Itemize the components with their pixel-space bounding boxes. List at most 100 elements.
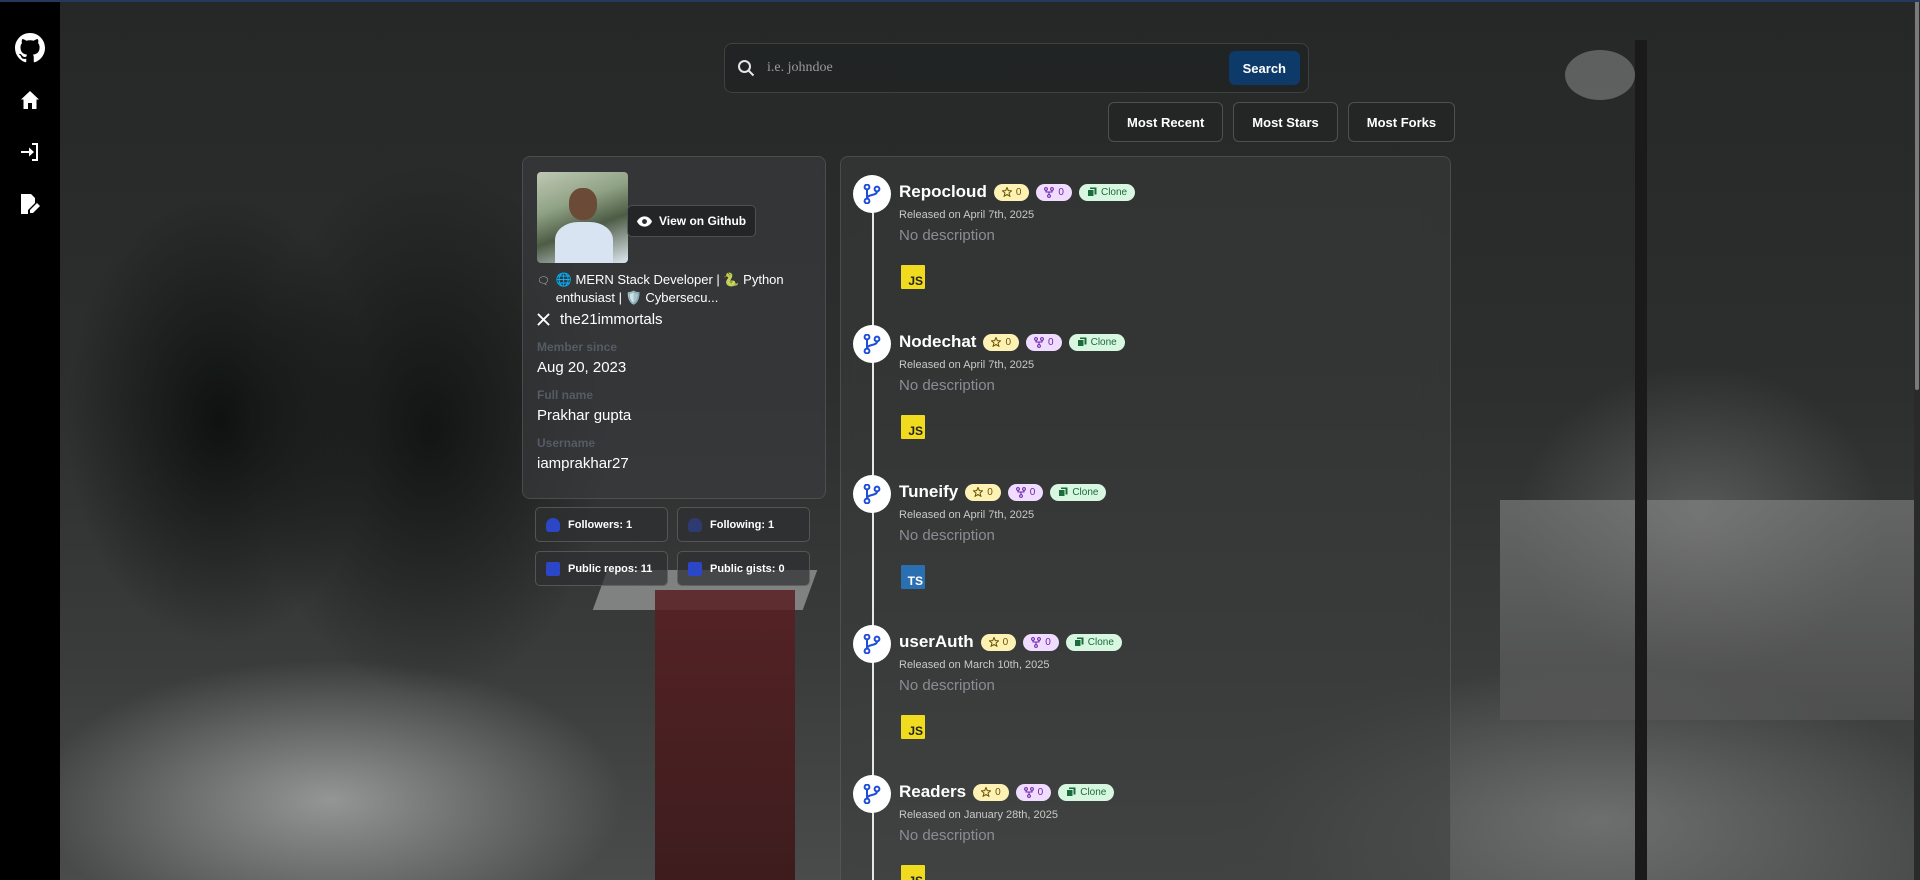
view-on-github-label: View on Github [659,214,747,228]
followers-count: Followers: 1 [568,518,633,531]
search-bar: Search [724,43,1309,93]
repo-header: userAuth 0 0 Clone [899,632,1122,652]
language-badge: JS [901,715,925,739]
git-branch-icon [853,325,891,363]
public-gists-count: Public gists: 0 [710,562,785,575]
fork-icon [1044,186,1055,198]
repo-description: No description [899,527,995,544]
stars-badge: 0 [965,483,1001,501]
repo-item: Tuneify 0 0 Clone Released on April 7th,… [841,457,1450,607]
sort-buttons: Most Recent Most Stars Most Forks [1108,102,1456,142]
forks-badge: 0 [1036,183,1072,201]
speech-icon: 🗨 [537,276,550,287]
repo-description: No description [899,827,995,844]
stars-badge: 0 [980,633,1017,651]
fork-icon [1031,636,1042,648]
signup-icon[interactable] [14,188,46,220]
copy-icon [1076,337,1087,347]
language-badge: JS [901,415,925,439]
member-since-label: Member since [537,340,618,354]
language-badge: JS [901,865,925,880]
repo-description: No description [899,377,995,394]
repo-release-date: Released on April 7th, 2025 [899,509,1035,521]
bio-text: 🌐 MERN Stack Developer | 🐍 Python enthus… [555,272,784,305]
bio: 🗨 🌐 MERN Stack Developer | 🐍 Python enth… [537,271,811,307]
forks-badge: 0 [1015,783,1052,801]
full-name-label: Full name [537,388,594,402]
star-icon [1001,187,1012,197]
copy-icon [1066,787,1076,797]
stars-badge: 0 [973,783,1009,801]
user-icon [546,517,560,532]
search-button[interactable]: Search [1228,51,1300,85]
home-icon[interactable] [14,84,46,116]
public-repos-stat: Public repos: 11 [535,551,668,586]
repo-name[interactable]: Nodechat [899,332,976,352]
book-icon [688,561,702,576]
git-branch-icon [853,175,891,213]
login-icon[interactable] [14,136,46,168]
scrollbar[interactable] [1914,0,1920,880]
top-border [0,0,1920,2]
star-icon [981,787,992,797]
language-badge: TS [901,565,925,589]
repo-description: No description [899,677,995,694]
repo-name[interactable]: Repocloud [899,182,987,202]
star-icon [988,637,999,647]
clone-button[interactable]: Clone [1058,783,1115,801]
copy-icon [1058,487,1068,497]
stars-count: 0 [995,786,1001,798]
user-icon [688,517,702,532]
x-logo-icon [537,313,550,326]
main-content: Search Most Recent Most Stars Most Forks… [60,0,1920,880]
following-stat: Following: 1 [677,507,810,542]
git-branch-icon [853,475,891,513]
sort-most-forks-button[interactable]: Most Forks [1347,102,1456,142]
repo-item: Readers 0 0 Clone Released on January 28… [841,757,1450,880]
clone-button[interactable]: Clone [1050,483,1107,501]
repo-release-date: Released on March 10th, 2025 [899,659,1050,671]
public-gists-stat: Public gists: 0 [677,551,810,586]
repo-description: No description [899,227,995,244]
book-icon [546,561,560,576]
clone-button[interactable]: Clone [1065,633,1122,651]
repo-header: Repocloud 0 0 Clone [899,182,1136,202]
star-icon [991,337,1002,347]
clone-button[interactable]: Clone [1078,183,1136,201]
sort-most-recent-button[interactable]: Most Recent [1108,102,1224,142]
forks-badge: 0 [1007,483,1044,501]
sort-most-stars-button[interactable]: Most Stars [1233,102,1338,142]
star-icon [973,487,984,497]
username-label: Username [537,436,596,450]
repo-timeline: Repocloud 0 0 Clone Released on April 7t… [840,156,1451,880]
forks-count: 0 [1058,186,1064,198]
search-icon [738,60,755,77]
copy-icon [1086,187,1097,197]
eye-icon [637,215,652,227]
stars-count: 0 [1002,636,1009,648]
clone-button[interactable]: Clone [1068,333,1125,351]
forks-badge: 0 [1023,633,1059,651]
fork-icon [1023,786,1034,798]
public-repos-count: Public repos: 11 [568,562,653,575]
copy-icon [1073,637,1084,647]
repo-release-date: Released on April 7th, 2025 [899,209,1035,221]
followers-stat: Followers: 1 [535,507,668,542]
fork-icon [1015,486,1026,498]
forks-count: 0 [1048,336,1054,348]
profile-card: View on Github 🗨 🌐 MERN Stack Developer … [522,156,826,499]
twitter-handle[interactable]: the21immortals [537,311,811,328]
git-branch-icon [853,625,891,663]
repo-name[interactable]: Readers [899,782,966,802]
repo-name[interactable]: Tuneify [899,482,958,502]
github-icon[interactable] [14,32,46,64]
sidebar [0,0,60,880]
view-on-github-button[interactable]: View on Github [627,205,757,237]
clone-label: Clone [1100,186,1128,198]
stars-count: 0 [1005,336,1012,348]
repo-item: Repocloud 0 0 Clone Released on April 7t… [841,157,1450,307]
repo-name[interactable]: userAuth [899,632,974,652]
clone-label: Clone [1080,786,1107,798]
search-input[interactable] [755,60,1229,76]
forks-count: 0 [1037,786,1044,798]
